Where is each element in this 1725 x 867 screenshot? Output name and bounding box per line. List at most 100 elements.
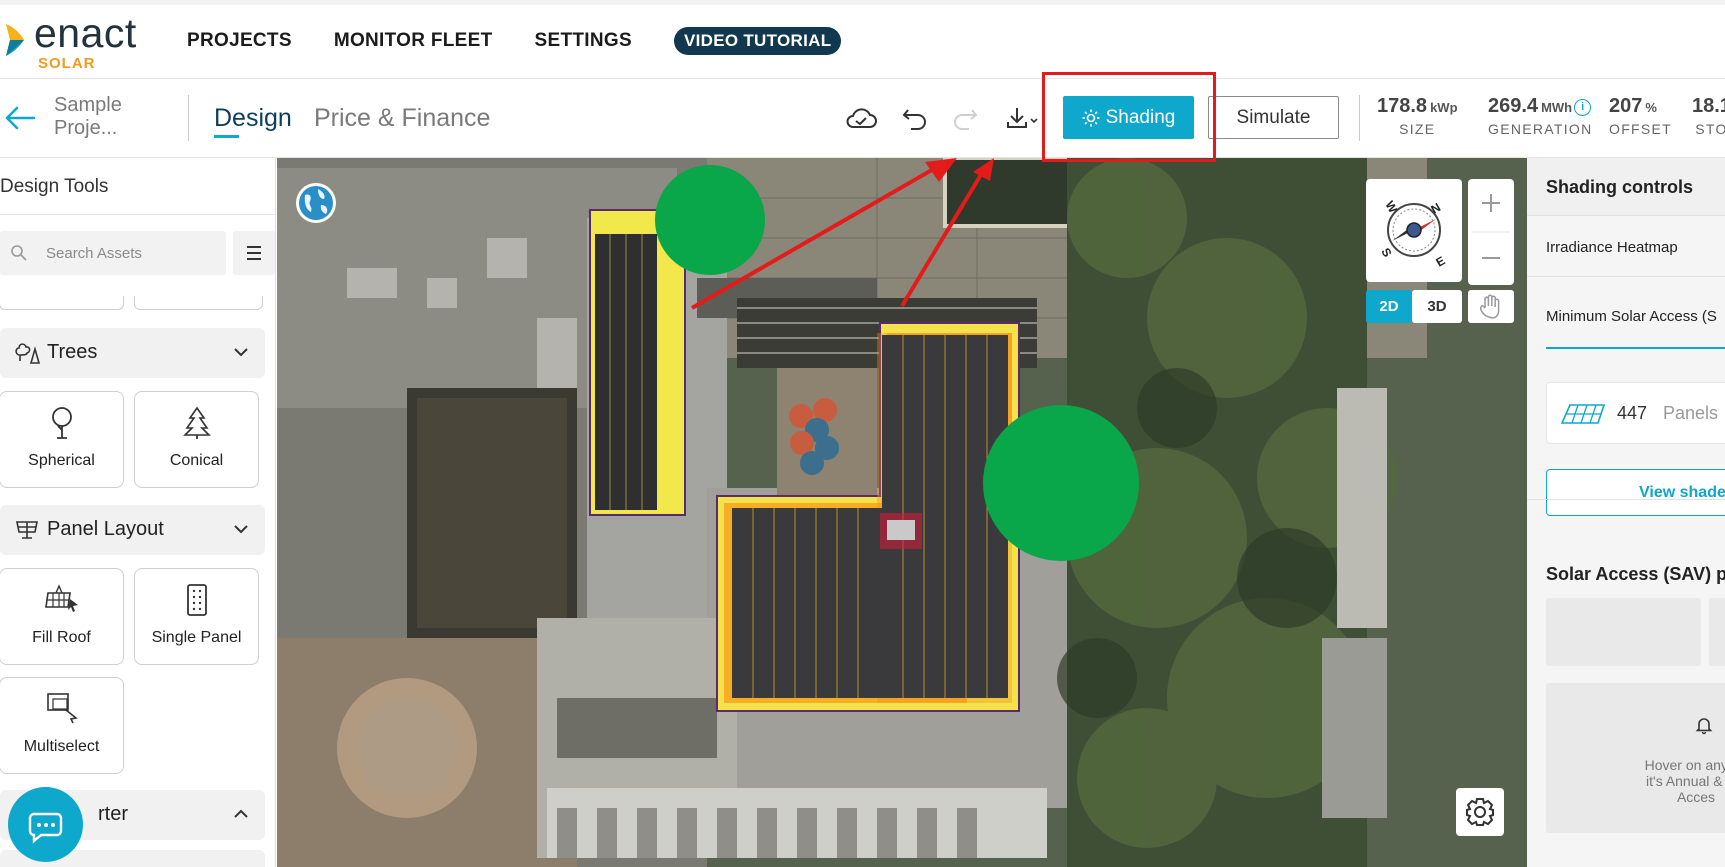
tab-design[interactable]: Design <box>214 104 292 133</box>
min-solar-access-toggle[interactable]: Minimum Solar Access (S <box>1546 308 1717 325</box>
hover-hint-line1: Hover on any pa <box>1644 757 1725 773</box>
tool-single-panel-label: Single Panel <box>151 629 242 646</box>
chat-button[interactable] <box>8 787 83 862</box>
section-inverter-label: rter <box>98 803 128 825</box>
tab-price-finance[interactable]: Price & Finance <box>314 104 490 133</box>
info-icon[interactable]: i <box>1574 99 1592 116</box>
hover-hint-line2: it's Annual & Mo <box>1646 773 1725 789</box>
stat-generation: 269.4 MWh i GENERATION <box>1488 95 1593 137</box>
slider-track[interactable] <box>1546 347 1725 349</box>
tool-spherical[interactable]: Spherical <box>0 391 124 488</box>
sav-placeholder-chart <box>1709 598 1725 666</box>
divider <box>1527 499 1725 500</box>
panels-label: Panels <box>1663 403 1719 423</box>
view-shade-button[interactable]: View shade <box>1546 469 1725 516</box>
brand-name: enact <box>34 10 137 56</box>
pan-hand-button[interactable] <box>1468 290 1514 323</box>
conical-tree-icon <box>182 406 211 439</box>
globe-button[interactable] <box>296 183 336 223</box>
zoom-icons <box>1472 194 1510 259</box>
offset-value: 207 <box>1609 95 1643 117</box>
view-2d-button[interactable]: 2D <box>1366 290 1412 323</box>
tool-conical[interactable]: Conical <box>134 391 259 488</box>
panel-header: Shading controls <box>1527 158 1725 216</box>
back-arrow-icon[interactable] <box>4 105 36 131</box>
stat-storage: 18.1 STO <box>1692 95 1725 137</box>
divider <box>1359 95 1360 141</box>
hover-hint-line3: Acces <box>1676 789 1716 805</box>
tab-active-underline <box>214 135 239 138</box>
panel-title: Shading controls <box>1546 177 1694 197</box>
hover-hint-text: Hover on any pa it's Annual & Mo Acces <box>1566 757 1725 805</box>
nav-video-tutorial[interactable]: VIDEO TUTORIAL <box>673 27 842 55</box>
download-icon[interactable] <box>1006 106 1042 130</box>
simulate-button[interactable]: Simulate <box>1208 96 1339 139</box>
primary-nav: PROJECTS MONITOR FLEET SETTINGS VIDEO TU… <box>187 27 842 55</box>
irradiance-heatmap-toggle[interactable]: Irradiance Heatmap <box>1546 239 1678 256</box>
solar-panel-icon <box>16 521 38 539</box>
tree-group-icon <box>15 343 40 364</box>
panel-title: Design Tools <box>0 176 109 197</box>
tool-multiselect-label: Multiselect <box>23 738 100 755</box>
size-value: 178.8 <box>1377 95 1428 117</box>
hand-icon <box>1480 294 1500 319</box>
divider <box>188 95 189 141</box>
sav-section-title: Solar Access (SAV) pe <box>1546 564 1725 584</box>
stat-offset: 207% OFFSET <box>1609 95 1672 137</box>
tool-multiselect[interactable]: Multiselect <box>0 677 124 774</box>
hamburger-icon <box>247 246 261 260</box>
compass-icon: N E S W <box>1378 199 1447 270</box>
tool-single-panel[interactable]: Single Panel <box>134 568 259 665</box>
divider <box>1527 276 1725 277</box>
section-trees[interactable]: Trees <box>0 328 265 378</box>
project-name-line2: Proje... <box>54 117 118 139</box>
view-3d-button[interactable]: 3D <box>1412 290 1462 323</box>
search-assets-input[interactable]: Search Assets <box>0 231 226 275</box>
size-unit: kWp <box>1430 100 1458 115</box>
top-navbar: enact SOLAR PROJECTS MONITOR FLEET SETTI… <box>0 0 1725 79</box>
storage-label: STO <box>1695 121 1725 137</box>
map-settings-button[interactable] <box>1456 788 1504 836</box>
zoom-controls <box>1468 179 1514 285</box>
storage-value: 18.1 <box>1692 95 1725 117</box>
redo-icon[interactable] <box>952 106 978 130</box>
panels-count: 447 <box>1617 403 1648 423</box>
offset-label: OFFSET <box>1609 121 1673 137</box>
panel-array-icon <box>1560 404 1606 424</box>
section-panel-layout[interactable]: Panel Layout <box>0 505 265 555</box>
nav-projects[interactable]: PROJECTS <box>187 30 292 52</box>
generation-label: GENERATION <box>1488 121 1593 137</box>
nav-monitor-fleet[interactable]: MONITOR FLEET <box>334 30 493 52</box>
compass-widget[interactable]: N E S W <box>1366 179 1462 282</box>
simulate-label: Simulate <box>1236 106 1311 128</box>
spherical-tree-icon <box>51 407 72 439</box>
generation-unit: MWh <box>1541 100 1573 115</box>
enact-solar-logo[interactable]: enact SOLAR <box>2 10 152 72</box>
gear-icon <box>1466 798 1494 826</box>
design-tools-panel: Design Tools Search Assets Trees Spheric… <box>0 158 276 867</box>
undo-icon[interactable] <box>902 106 928 130</box>
app-root: enact SOLAR PROJECTS MONITOR FLEET SETTI… <box>0 0 1725 867</box>
tool-fill-roof[interactable]: Fill Roof <box>0 568 124 665</box>
generation-value: 269.4 <box>1488 95 1539 117</box>
stat-size: 178.8 kWp SIZE <box>1377 95 1458 137</box>
cloud-save-icon[interactable] <box>844 107 878 131</box>
search-icon <box>11 245 27 261</box>
shading-controls-panel: Shading controls Irradiance Heatmap Mini… <box>1527 158 1725 867</box>
section-trees-label: Trees <box>47 341 98 363</box>
leaf-logo-icon <box>6 24 24 56</box>
project-toolbar: Sample Proje... Design Price & Finance S… <box>0 79 1725 158</box>
compass-s: S <box>1378 246 1394 260</box>
panels-count-card: 447 Panels <box>1546 382 1725 444</box>
project-name[interactable]: Sample Proje... <box>54 94 164 140</box>
top-edge <box>0 0 1725 5</box>
highlight-box <box>1042 72 1216 162</box>
chevron-up-icon <box>234 809 248 818</box>
section-panel-layout-label: Panel Layout <box>47 518 164 540</box>
map-canvas[interactable] <box>277 158 1527 867</box>
tool-conical-label: Conical <box>169 452 224 469</box>
chevron-down-icon <box>234 525 248 534</box>
menu-button[interactable] <box>233 231 275 275</box>
satellite-view <box>277 158 1527 867</box>
nav-settings[interactable]: SETTINGS <box>535 30 632 52</box>
